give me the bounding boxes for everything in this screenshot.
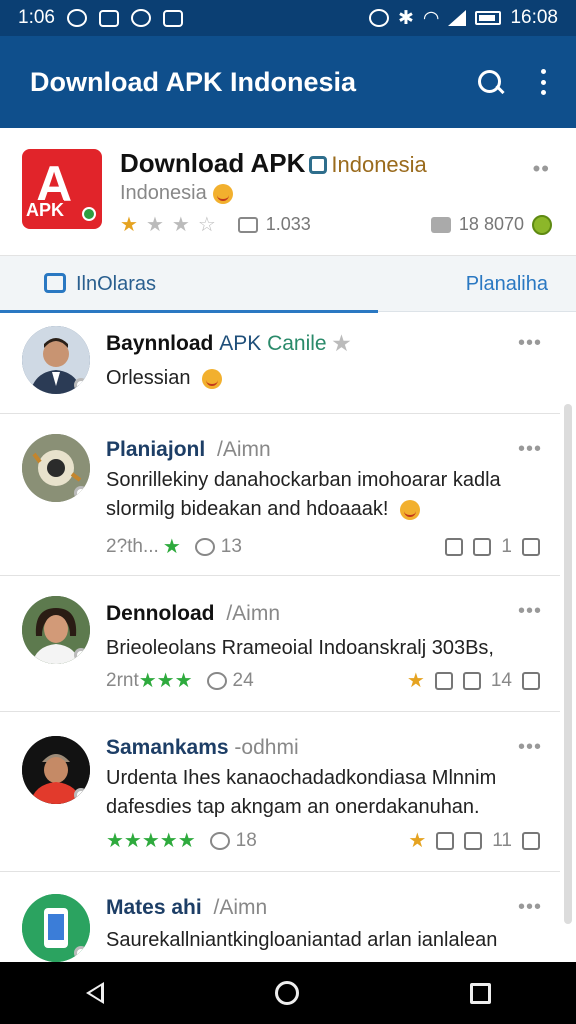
bluetooth-icon: ✱ xyxy=(397,7,414,29)
repost-count: 14 xyxy=(490,670,512,691)
tab-right[interactable]: Planaliha xyxy=(466,256,548,312)
avatar[interactable] xyxy=(22,894,90,962)
star-icon: ★ xyxy=(171,213,190,236)
repost-count: 1 xyxy=(501,536,512,557)
star-icon: ★★★★★ xyxy=(106,830,196,852)
post-author: Dennoload /Aimn xyxy=(106,602,281,625)
battery-icon xyxy=(475,11,502,25)
post-more-button[interactable]: ••• xyxy=(518,600,542,623)
repost-icon[interactable] xyxy=(473,538,492,556)
list-item[interactable]: Mates ahi /Aimn ••• Saurekallniantkinglo… xyxy=(0,872,560,972)
list-item[interactable]: Planiajonl /Aimn ••• Sonrillekiny danaho… xyxy=(0,414,560,576)
post-author: Planiajonl /Aimn xyxy=(106,438,271,461)
post-author: Samankams -odhmi xyxy=(106,736,299,759)
post-more-button[interactable]: ••• xyxy=(518,438,542,461)
star-icon: ★ xyxy=(408,830,427,852)
system-nav-bar xyxy=(0,962,576,1024)
avatar[interactable] xyxy=(22,736,90,804)
comment-icon[interactable] xyxy=(194,538,215,556)
post-author: Mates ahi /Aimn xyxy=(106,896,268,919)
repost-icon[interactable] xyxy=(464,832,483,850)
feed-list: Baynnload APK Canile ★ ••• Orlessian Pla… xyxy=(0,312,560,972)
star-icon: ★ xyxy=(332,333,351,355)
comment-count: 18 xyxy=(235,830,257,851)
post-text: Brieoleolans Rrameoial Indoanskralj 303B… xyxy=(106,637,494,659)
bookmark-icon[interactable] xyxy=(436,832,455,850)
post-time: 2rnt xyxy=(106,670,139,691)
alarm-icon xyxy=(130,9,151,27)
home-icon[interactable] xyxy=(274,981,299,1005)
coin-icon xyxy=(532,214,552,235)
back-icon[interactable] xyxy=(85,982,104,1004)
star-icon: ★★★ xyxy=(138,670,193,692)
header-count-right: 18 8070 xyxy=(458,214,524,234)
notification-icon xyxy=(66,9,87,27)
comment-count: 24 xyxy=(232,670,254,691)
like-icon[interactable] xyxy=(522,538,540,556)
star-icon: ★ xyxy=(120,213,138,236)
tab-left[interactable]: IlnOlaras xyxy=(0,256,378,313)
star-icon: ★ xyxy=(162,536,181,558)
emoji-icon xyxy=(212,183,233,204)
repost-count: 11 xyxy=(492,830,512,851)
post-more-button[interactable]: ••• xyxy=(518,736,542,759)
cloud-icon xyxy=(162,9,183,27)
tab-bar: IlnOlaras Planaliha xyxy=(0,256,576,313)
like-icon[interactable] xyxy=(522,832,540,850)
like-icon[interactable] xyxy=(522,672,540,690)
comment-count: 13 xyxy=(220,536,242,557)
comment-icon[interactable] xyxy=(206,672,227,690)
header-title: Download APK Indonesia xyxy=(120,148,427,178)
list-item[interactable]: Dennoload /Aimn ••• Brieoleolans Rrameoi… xyxy=(0,576,560,712)
header-rating: ★ ★ ★ ☆ 1.033 xyxy=(120,214,311,235)
header-more-button[interactable]: •• xyxy=(533,156,550,182)
wifi-icon: ◠ xyxy=(422,7,440,29)
app-bar: Download APK Indonesia xyxy=(0,36,576,128)
status-time-right: 16:08 xyxy=(510,7,558,28)
shield-icon xyxy=(309,156,328,175)
post-text: Sonrillekiny danahockarban imohoarar kad… xyxy=(106,469,501,520)
apk-logo: A APK xyxy=(22,149,102,229)
post-meta: ★★★★★ 18 ★ 11 xyxy=(106,830,540,852)
repost-icon[interactable] xyxy=(462,672,481,690)
search-icon[interactable] xyxy=(476,68,504,96)
post-author: Baynnload APK Canile ★ xyxy=(106,332,351,355)
app-title: Download APK Indonesia xyxy=(30,66,357,97)
avatar[interactable] xyxy=(22,326,90,394)
bookmark-icon[interactable] xyxy=(434,672,453,690)
avatar[interactable] xyxy=(22,596,90,664)
header-stats: 18 8070 xyxy=(430,214,552,235)
comment-icon[interactable] xyxy=(209,832,230,850)
status-bar: 1:06 ✱ ◠ 16:08 xyxy=(0,0,576,36)
post-more-button[interactable]: ••• xyxy=(518,332,542,355)
alarm-clock-icon xyxy=(368,9,389,27)
list-item[interactable]: Samankams -odhmi ••• Urdenta Ihes kanaoc… xyxy=(0,712,560,872)
post-text: Orlessian xyxy=(106,364,536,393)
emoji-icon xyxy=(202,368,223,389)
post-text: Urdenta Ihes kanaochadadkondiasa Mlnnim … xyxy=(106,767,497,818)
post-meta: 2rnt ★★★ 24 ★ 14 xyxy=(106,670,540,692)
post-meta: 2?th... ★ 13 1 xyxy=(106,536,540,558)
header-subtitle: Indonesia xyxy=(120,182,233,205)
star-icon: ★ xyxy=(145,213,164,236)
status-time-left: 1:06 xyxy=(18,7,55,28)
header-count-left: 1.033 xyxy=(265,214,311,234)
chat-icon xyxy=(430,216,451,233)
bookmark-icon[interactable] xyxy=(445,538,464,556)
camera-icon xyxy=(98,9,119,27)
scrollbar[interactable] xyxy=(564,404,572,924)
post-more-button[interactable]: ••• xyxy=(518,896,542,919)
recent-apps-icon[interactable] xyxy=(469,982,491,1004)
post-time: 2?th... xyxy=(106,536,159,557)
star-icon: ☆ xyxy=(197,213,216,236)
signal-icon xyxy=(448,10,467,26)
post-text: Saurekallniantkingloaniantad arlan ianla… xyxy=(106,929,498,951)
message-icon xyxy=(237,216,258,233)
list-item[interactable]: Baynnload APK Canile ★ ••• Orlessian xyxy=(0,312,560,414)
star-icon: ★ xyxy=(406,670,425,692)
bag-icon xyxy=(44,273,66,293)
emoji-icon xyxy=(399,499,420,520)
more-vert-icon[interactable] xyxy=(540,69,546,95)
avatar[interactable] xyxy=(22,434,90,502)
